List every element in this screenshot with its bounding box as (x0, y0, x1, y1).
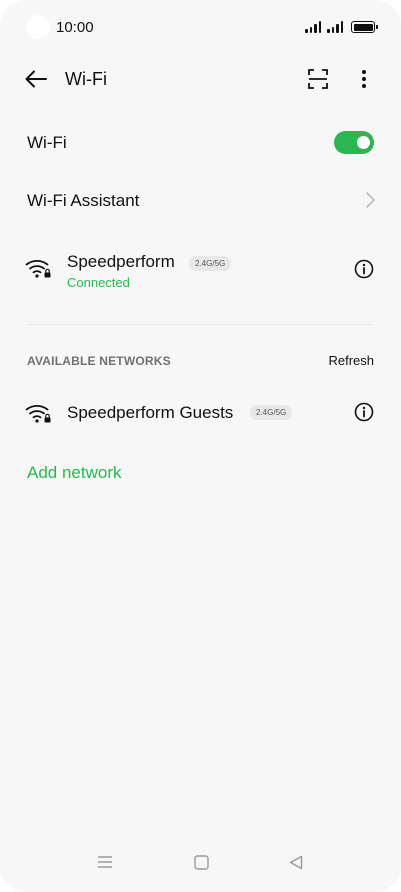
signal-2-icon (327, 21, 343, 33)
app-header: Wi-Fi (0, 60, 401, 98)
refresh-button[interactable]: Refresh (328, 353, 374, 368)
toggle-knob (357, 136, 370, 149)
menu-icon (98, 856, 112, 868)
scan-icon (308, 69, 328, 89)
info-icon[interactable] (354, 259, 374, 279)
more-icon (362, 70, 366, 88)
back-button[interactable] (22, 65, 50, 93)
back-nav-button[interactable] (286, 852, 306, 872)
more-options-button[interactable] (352, 67, 376, 91)
status-bar: 10:00 (26, 14, 378, 40)
wifi-lock-icon (25, 405, 51, 423)
menu-button[interactable] (95, 852, 115, 872)
available-network-name[interactable]: Speedperform Guests (67, 403, 233, 423)
connected-network-band-badge: 2.4G/5G (189, 256, 232, 271)
home-button[interactable] (191, 852, 211, 872)
chevron-right-icon (366, 192, 375, 208)
back-arrow-icon (25, 70, 47, 88)
battery-level (353, 23, 373, 31)
connected-network-name[interactable]: Speedperform (67, 252, 175, 272)
signal-icon (305, 21, 321, 33)
battery-icon (351, 21, 378, 33)
back-icon (289, 855, 303, 869)
wifi-assistant-item[interactable]: Wi-Fi Assistant (27, 191, 139, 211)
add-network-button[interactable]: Add network (27, 463, 122, 483)
connected-network-status: Connected (67, 275, 130, 290)
wifi-toggle-label: Wi-Fi (27, 133, 67, 152)
phone-screen: 10:00 Wi-Fi Wi-Fi Wi-Fi Assistant Speedp… (0, 0, 401, 892)
system-nav-bar (0, 852, 401, 878)
scan-button[interactable] (306, 67, 330, 91)
camera-cutout (26, 15, 50, 39)
page-title: Wi-Fi (65, 68, 107, 89)
status-icons (305, 21, 378, 33)
status-time: 10:00 (56, 18, 94, 36)
wifi-toggle-switch[interactable] (334, 131, 374, 154)
section-divider (27, 324, 374, 325)
available-networks-title: AVAILABLE NETWORKS (27, 354, 171, 368)
wifi-lock-icon (25, 260, 51, 278)
available-network-band-badge: 2.4G/5G (250, 405, 293, 420)
home-icon (193, 854, 209, 870)
info-icon[interactable] (354, 402, 374, 422)
